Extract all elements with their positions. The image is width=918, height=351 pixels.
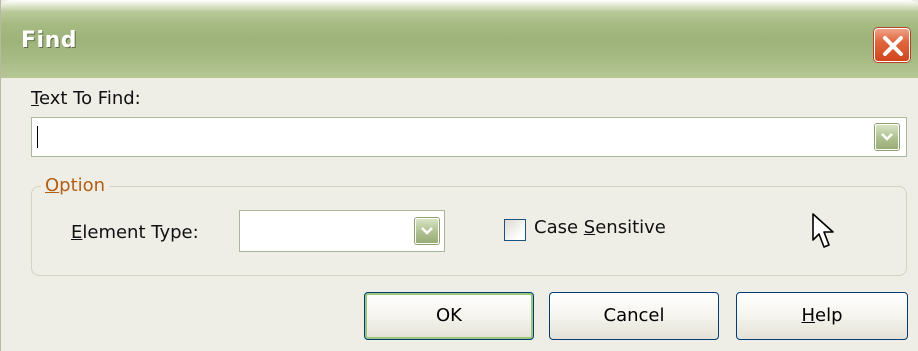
option-group-legend: Option — [41, 175, 110, 196]
help-hotkey: H — [801, 305, 816, 326]
case-sensitive-label[interactable]: Case Sensitive — [534, 217, 666, 238]
text-to-find-dropdown-button[interactable] — [875, 124, 899, 150]
ok-button[interactable]: OK — [364, 292, 534, 340]
element-type-label: Element Type: — [71, 222, 199, 243]
help-button[interactable]: Help — [736, 292, 908, 340]
chevron-down-icon — [881, 133, 893, 141]
title-bar[interactable]: Find — [1, 0, 918, 78]
text-to-find-combobox[interactable] — [31, 117, 907, 157]
close-button[interactable] — [874, 28, 910, 62]
window-title: Find — [21, 28, 77, 53]
element-type-combobox[interactable] — [239, 210, 445, 252]
text-caret — [37, 126, 38, 148]
mouse-pointer-icon — [812, 213, 834, 248]
case-sensitive-checkbox[interactable] — [504, 219, 526, 241]
element-type-dropdown-button[interactable] — [415, 218, 439, 244]
text-to-find-label: Text To Find: — [31, 88, 141, 109]
close-icon — [883, 36, 903, 56]
help-label-rest: elp — [815, 305, 843, 326]
chevron-down-icon — [421, 227, 433, 235]
find-dialog: Find Text To Find: Option Element Type: — [0, 0, 918, 351]
cancel-button[interactable]: Cancel — [549, 292, 719, 340]
